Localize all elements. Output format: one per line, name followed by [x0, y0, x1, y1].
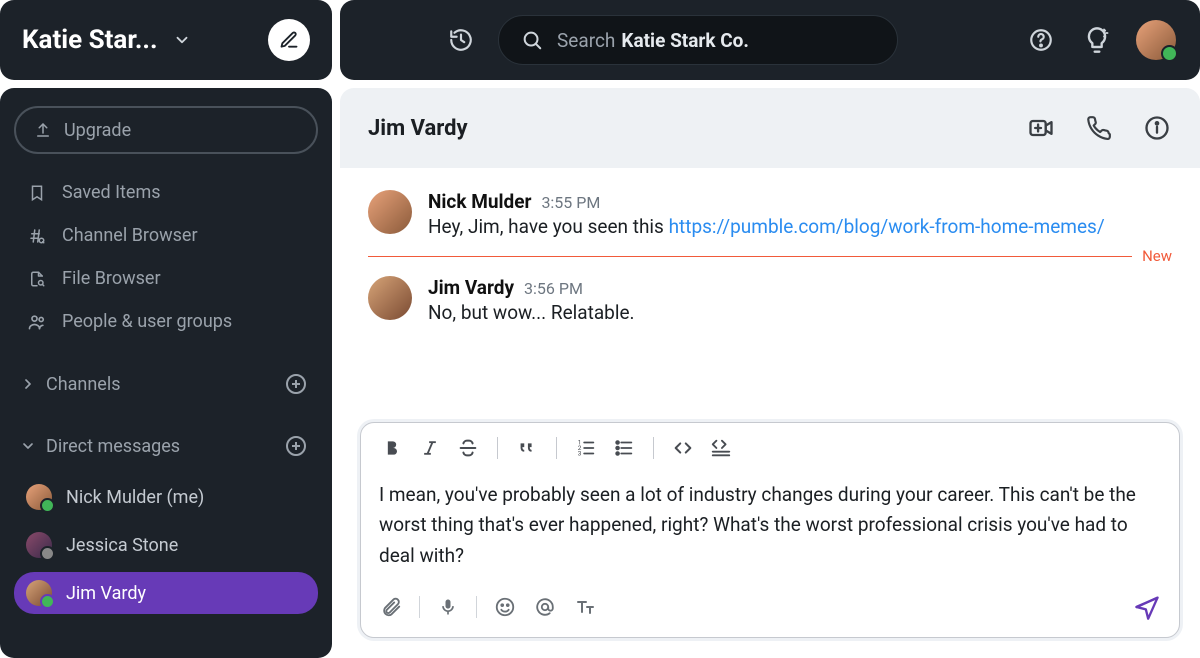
new-label: New [1132, 247, 1172, 265]
avatar [26, 532, 52, 558]
topbar: Search Katie Stark Co. [340, 0, 1200, 80]
start-video-button[interactable] [1026, 113, 1056, 143]
channels-section-header[interactable]: Channels [14, 364, 318, 404]
code-button[interactable] [668, 433, 698, 463]
chat-header: Jim Vardy [340, 88, 1200, 168]
avatar [26, 580, 52, 606]
format-toggle-button[interactable] [569, 591, 601, 623]
chevron-down-icon[interactable] [168, 26, 196, 54]
message-text: Hey, Jim, have you seen this [428, 215, 669, 238]
send-button[interactable] [1129, 589, 1165, 625]
upgrade-label: Upgrade [64, 120, 131, 141]
file-search-icon [26, 270, 48, 288]
mic-button[interactable] [432, 591, 464, 623]
message-list: Nick Mulder 3:55 PM Hey, Jim, have you s… [340, 168, 1200, 422]
dm-list: Nick Mulder (me) Jessica Stone Jim Vardy [14, 476, 318, 614]
message-row: Nick Mulder 3:55 PM Hey, Jim, have you s… [368, 182, 1172, 246]
emoji-button[interactable] [489, 591, 521, 623]
format-toolbar: 123 [361, 423, 1179, 474]
call-button[interactable] [1084, 113, 1114, 143]
nav-label: Saved Items [62, 182, 161, 203]
add-dm-button[interactable] [282, 432, 310, 460]
dms-section-header[interactable]: Direct messages [14, 426, 318, 466]
search-input[interactable]: Search Katie Stark Co. [498, 15, 898, 65]
history-button[interactable] [442, 21, 480, 59]
dm-item-jim-vardy[interactable]: Jim Vardy [14, 572, 318, 614]
workspace-name[interactable]: Katie Star... [22, 25, 158, 55]
quote-button[interactable] [512, 433, 542, 463]
people-icon [26, 312, 48, 332]
message-row: Jim Vardy 3:56 PM No, but wow... Relatab… [368, 268, 1172, 332]
search-icon [521, 29, 543, 51]
nav-file-browser[interactable]: File Browser [14, 258, 318, 299]
strikethrough-button[interactable] [453, 433, 483, 463]
chevron-right-icon [20, 376, 36, 392]
attach-button[interactable] [375, 591, 407, 623]
upgrade-button[interactable]: Upgrade [14, 106, 318, 154]
bold-button[interactable] [377, 433, 407, 463]
chevron-down-icon [20, 438, 36, 454]
workspace-header: Katie Star... [0, 0, 332, 80]
nav-saved-items[interactable]: Saved Items [14, 172, 318, 213]
bookmark-icon [26, 184, 48, 202]
whats-new-button[interactable] [1080, 23, 1114, 57]
nav-people[interactable]: People & user groups [14, 301, 318, 342]
sidebar-body: Upgrade Saved Items Channel Browser File… [0, 88, 332, 658]
dm-item-nick-mulder[interactable]: Nick Mulder (me) [14, 476, 318, 518]
message-link[interactable]: https://pumble.com/blog/work-from-home-m… [669, 215, 1105, 238]
search-scope-label: Katie Stark Co. [621, 29, 748, 52]
composer: 123 I mean, you've probably seen a lot o… [360, 422, 1180, 638]
message-author[interactable]: Jim Vardy [428, 276, 514, 299]
avatar[interactable] [368, 276, 412, 320]
dm-item-jessica-stone[interactable]: Jessica Stone [14, 524, 318, 566]
message-time: 3:56 PM [524, 279, 583, 298]
mention-button[interactable] [529, 591, 561, 623]
dm-label: Jim Vardy [66, 583, 146, 604]
search-static-label: Search [557, 29, 615, 52]
composer-footer [361, 581, 1179, 637]
message-body: No, but wow... Relatable. [428, 301, 1172, 324]
chat-title[interactable]: Jim Vardy [368, 116, 468, 141]
dm-label: Jessica Stone [66, 535, 178, 556]
channels-label: Channels [46, 374, 121, 395]
nav-label: Channel Browser [62, 225, 198, 246]
svg-text:3: 3 [578, 449, 582, 457]
nav-list: Saved Items Channel Browser File Browser… [14, 172, 318, 342]
message-author[interactable]: Nick Mulder [428, 190, 531, 213]
nav-label: People & user groups [62, 311, 232, 332]
message-body: Hey, Jim, have you seen this https://pum… [428, 215, 1172, 238]
bullet-list-button[interactable] [609, 433, 639, 463]
add-channel-button[interactable] [282, 370, 310, 398]
dm-label: Nick Mulder (me) [66, 487, 204, 508]
dms-label: Direct messages [46, 436, 180, 457]
info-button[interactable] [1142, 113, 1172, 143]
new-messages-divider: New [368, 248, 1172, 264]
compose-button[interactable] [268, 19, 310, 61]
user-avatar[interactable] [1136, 20, 1176, 60]
code-block-button[interactable] [706, 433, 736, 463]
ordered-list-button[interactable]: 123 [571, 433, 601, 463]
nav-channel-browser[interactable]: Channel Browser [14, 215, 318, 256]
avatar[interactable] [368, 190, 412, 234]
help-button[interactable] [1024, 23, 1058, 57]
avatar [26, 484, 52, 510]
nav-label: File Browser [62, 268, 161, 289]
upload-icon [34, 121, 52, 139]
italic-button[interactable] [415, 433, 445, 463]
hash-search-icon [26, 227, 48, 245]
draft-input[interactable]: I mean, you've probably seen a lot of in… [361, 474, 1179, 581]
message-time: 3:55 PM [541, 193, 600, 212]
